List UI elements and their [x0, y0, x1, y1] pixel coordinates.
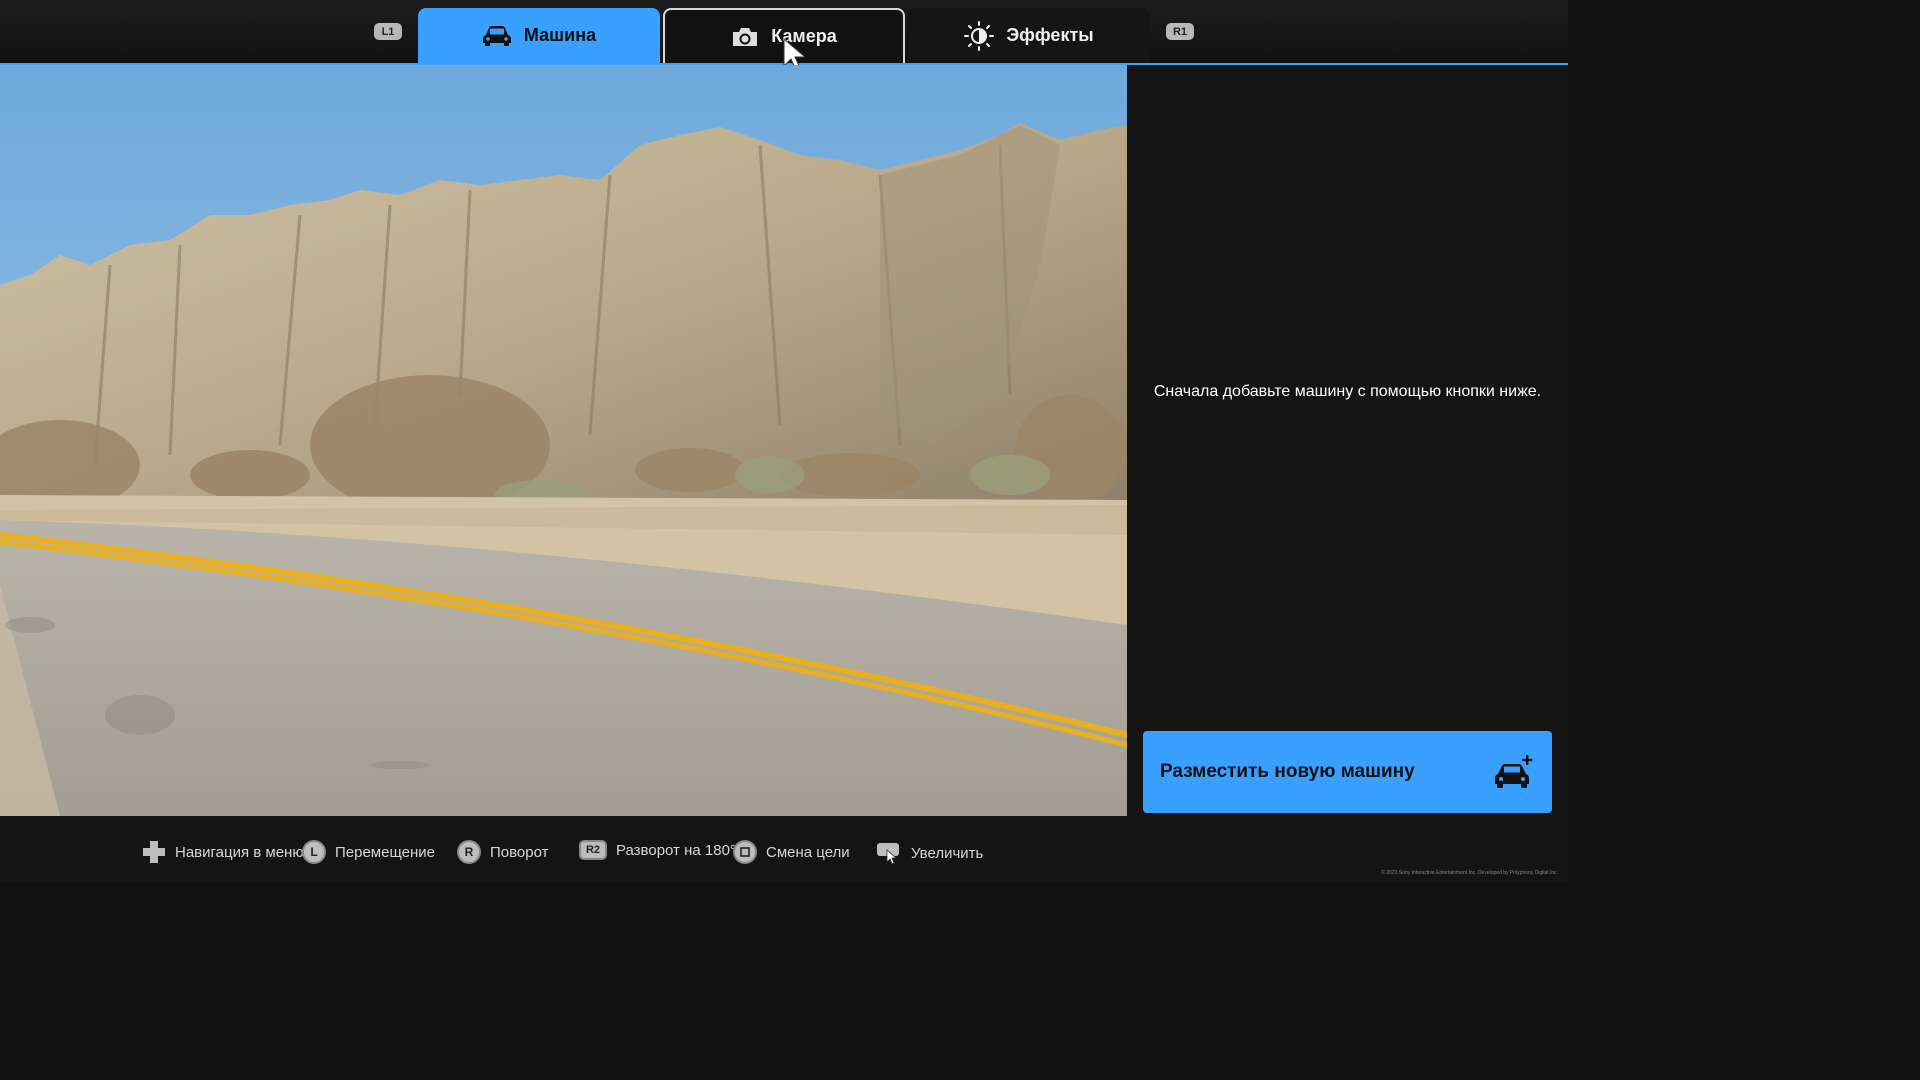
dpad-icon: [143, 841, 165, 863]
controls-hint-bar: Навигация в меню L Перемещение R Поворот…: [0, 816, 1568, 882]
place-new-car-label: Разместить новую машину: [1160, 761, 1415, 782]
hint-rotate-label: Поворот: [490, 843, 549, 861]
hint-zoom-label: Увеличить: [911, 844, 984, 862]
hint-change-target-label: Смена цели: [766, 843, 850, 861]
tab-car[interactable]: Машина: [418, 8, 660, 63]
hint-move-label: Перемещение: [335, 843, 435, 861]
scenery-viewport[interactable]: [0, 65, 1127, 816]
hint-navigation: Навигация в меню: [142, 840, 304, 864]
touchpad-icon: [877, 843, 899, 865]
brightness-icon: [964, 20, 995, 51]
hint-change-target: Смена цели: [733, 840, 850, 864]
hint-move: L Перемещение: [302, 840, 435, 864]
car-icon: [482, 25, 511, 46]
l1-button-icon[interactable]: L1: [374, 23, 402, 40]
hint-zoom: Увеличить: [876, 840, 983, 866]
place-new-car-button[interactable]: Разместить новую машину: [1143, 731, 1552, 813]
tab-effects[interactable]: Эффекты: [908, 8, 1150, 63]
r2-button-icon: R2: [579, 840, 607, 860]
hint-rotate: R Поворот: [457, 840, 549, 864]
left-stick-icon: L: [302, 840, 326, 864]
hint-turn-180-label: Разворот на 180°: [616, 841, 736, 859]
add-car-icon: [1495, 755, 1533, 788]
tab-car-label: Машина: [523, 25, 597, 45]
r1-button-icon[interactable]: R1: [1166, 23, 1194, 40]
copyright-notice: © 2023 Sony Interactive Entertainment In…: [1381, 870, 1558, 876]
desert-scenery-image: [0, 65, 1127, 816]
empty-panel-message: Сначала добавьте машину с помощью кнопки…: [1153, 383, 1542, 400]
car-settings-panel: Сначала добавьте машину с помощью кнопки…: [1127, 65, 1568, 816]
square-button-icon: [733, 840, 757, 864]
hint-turn-180: R2 Разворот на 180°: [579, 840, 736, 860]
camera-icon: [733, 27, 758, 46]
hint-navigation-label: Навигация в меню: [175, 843, 304, 861]
tab-effects-label: Эффекты: [1006, 25, 1094, 45]
right-stick-icon: R: [457, 840, 481, 864]
